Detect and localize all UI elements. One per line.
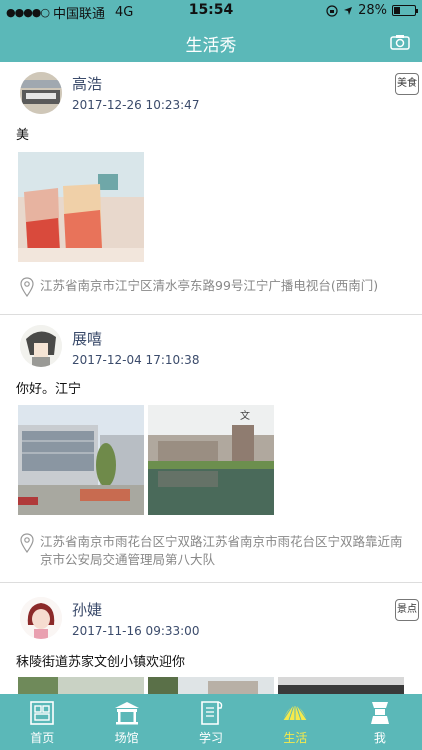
location-pin-icon <box>20 533 34 553</box>
venue-icon <box>114 702 139 725</box>
post-photo[interactable] <box>18 405 144 515</box>
post-location[interactable]: 江苏省南京市江宁区清水亭东路99号江宁广播电视台(西南门) <box>20 277 410 297</box>
post-photo[interactable] <box>278 677 404 694</box>
post-time: 2017-12-26 10:23:47 <box>72 98 200 112</box>
post-photo[interactable] <box>148 677 274 694</box>
post-username[interactable]: 展嘻 <box>72 328 102 349</box>
tab-home[interactable]: 首页 <box>0 694 84 750</box>
avatar[interactable] <box>20 597 62 639</box>
battery-percent: 28% <box>358 3 387 18</box>
photo-watermark: 文 <box>240 409 250 422</box>
post-username[interactable]: 高浩 <box>72 73 102 94</box>
study-icon <box>201 701 223 725</box>
location-text: 江苏省南京市江宁区清水亭东路99号江宁广播电视台(西南门) <box>40 278 379 293</box>
post-time: 2017-12-04 17:10:38 <box>72 353 200 367</box>
tab-label: 生活 <box>283 731 308 745</box>
avatar[interactable] <box>20 325 62 367</box>
post-card[interactable]: 孙婕 2017-11-16 09:33:00 景点 秣陵街道苏家文创小镇欢迎你 <box>0 583 422 694</box>
post-category-tag[interactable]: 美食 <box>395 73 419 95</box>
avatar[interactable] <box>20 72 62 114</box>
post-card[interactable]: 高浩 2017-12-26 10:23:47 美食 美 江苏省南京市江宁区清水亭… <box>0 62 422 315</box>
life-icon <box>283 701 308 721</box>
post-category-tag[interactable]: 景点 <box>395 599 419 621</box>
post-content: 美 <box>16 128 30 143</box>
tab-life[interactable]: 生活 <box>253 694 337 750</box>
post-photo[interactable]: 文 <box>148 405 274 515</box>
tab-venue[interactable]: 场馆 <box>84 694 168 750</box>
tab-study[interactable]: 学习 <box>169 694 253 750</box>
post-content: 你好。江宁 <box>16 382 82 397</box>
profile-icon <box>370 702 389 724</box>
post-location[interactable]: 江苏省南京市雨花台区宁双路江苏省南京市雨花台区宁双路靠近南京市公安局交通管理局第… <box>20 533 410 569</box>
post-time: 2017-11-16 09:33:00 <box>72 624 200 638</box>
camera-icon[interactable] <box>390 34 410 50</box>
tab-label: 我 <box>373 731 386 745</box>
location-arrow-icon <box>344 6 353 15</box>
battery-icon <box>392 5 418 16</box>
post-photo[interactable] <box>18 677 144 694</box>
tab-label: 场馆 <box>114 731 139 745</box>
page-title: 生活秀 <box>185 36 237 56</box>
location-pin-icon <box>20 277 34 297</box>
nav-bar: 生活秀 <box>0 22 422 62</box>
post-card[interactable]: 展嘻 2017-12-04 17:10:38 你好。江宁 文 江苏省南京市雨花台… <box>0 315 422 583</box>
home-icon <box>30 701 55 725</box>
tab-label: 首页 <box>30 731 55 745</box>
tab-label: 学习 <box>199 731 224 745</box>
tab-profile[interactable]: 我 <box>338 694 422 750</box>
post-username[interactable]: 孙婕 <box>72 599 102 620</box>
status-bar: ●●●●○ 中国联通 4G 15:54 28% <box>0 0 422 22</box>
post-photo[interactable] <box>18 152 144 262</box>
post-content: 秣陵街道苏家文创小镇欢迎你 <box>16 655 186 670</box>
post-feed[interactable]: 高浩 2017-12-26 10:23:47 美食 美 江苏省南京市江宁区清水亭… <box>0 62 422 694</box>
bottom-tab-bar: 首页 场馆 学习 生活 我 <box>0 694 422 750</box>
location-text: 江苏省南京市雨花台区宁双路江苏省南京市雨花台区宁双路靠近南京市公安局交通管理局第… <box>40 534 403 567</box>
orientation-lock-icon <box>326 4 338 17</box>
